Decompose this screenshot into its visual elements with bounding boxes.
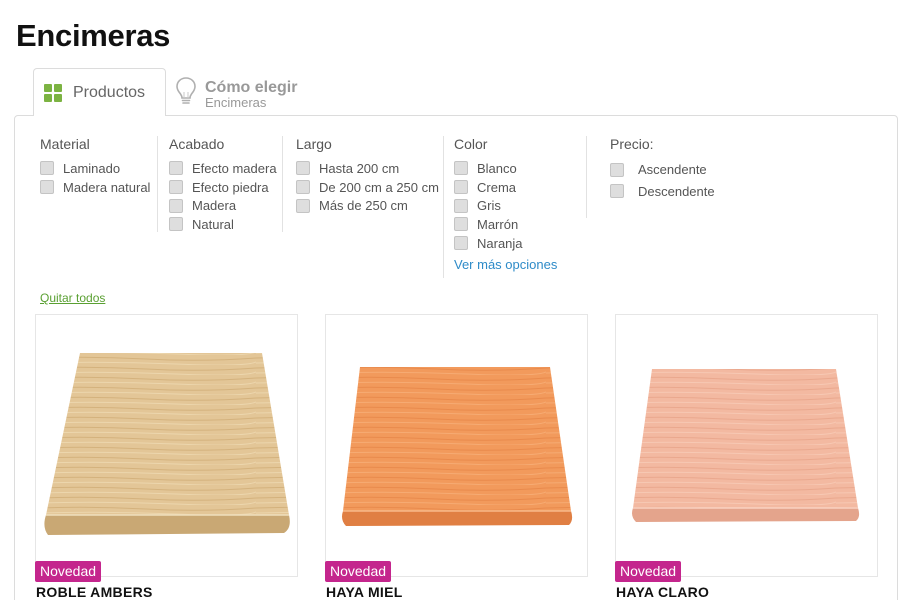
grid-icon [44, 83, 62, 102]
products-panel: Material Laminado Madera natural Acabado… [14, 115, 898, 600]
filter-option-blanco[interactable]: Blanco [454, 159, 586, 178]
option-label: Madera [192, 198, 237, 214]
option-label: Ascendente [638, 162, 707, 178]
filter-precio: Precio: Ascendente Descendente [610, 136, 750, 202]
filter-option-natural[interactable]: Natural [169, 215, 282, 234]
product-image [44, 353, 290, 535]
checkbox[interactable] [610, 184, 624, 199]
filter-option-200-250[interactable]: De 200 cm a 250 cm [296, 178, 442, 197]
option-label: Marrón [477, 216, 519, 232]
filter-option-efecto-piedra[interactable]: Efecto piedra [169, 178, 282, 197]
option-label: Naranja [477, 235, 523, 251]
filter-option-madera-natural[interactable]: Madera natural [40, 178, 157, 197]
product-name[interactable]: ROBLE AMBERS [36, 584, 153, 600]
filter-option-efecto-madera[interactable]: Efecto madera [169, 159, 282, 178]
sort-option-ascendente[interactable]: Ascendente [610, 159, 750, 181]
checkbox[interactable] [169, 217, 183, 232]
more-options-link[interactable]: Ver más opciones [454, 257, 557, 272]
filter-acabado: Acabado Efecto madera Efecto piedra Made… [169, 136, 283, 232]
filter-option-laminado[interactable]: Laminado [40, 159, 157, 178]
filter-option-mas-250[interactable]: Más de 250 cm [296, 196, 442, 215]
checkbox[interactable] [40, 180, 54, 195]
filter-material: Material Laminado Madera natural [40, 136, 158, 232]
option-label: Gris [477, 198, 501, 214]
sort-option-descendente[interactable]: Descendente [610, 181, 750, 203]
filter-title: Acabado [169, 136, 225, 152]
filter-option-hasta-200[interactable]: Hasta 200 cm [296, 159, 442, 178]
tab-bar: Productos Cómo elegir Encimeras [33, 68, 297, 116]
checkbox[interactable] [169, 180, 183, 195]
product-image [342, 367, 573, 526]
option-label: Efecto madera [192, 160, 277, 176]
checkbox[interactable] [454, 198, 468, 213]
filter-option-madera[interactable]: Madera [169, 196, 282, 215]
option-label: Efecto piedra [192, 179, 269, 195]
checkbox[interactable] [454, 180, 468, 195]
filter-title: Precio: [610, 136, 654, 152]
checkbox[interactable] [454, 217, 468, 232]
option-label: Blanco [477, 160, 517, 176]
novedad-badge: Novedad [615, 561, 682, 582]
option-label: Descendente [638, 183, 715, 199]
option-label: Hasta 200 cm [319, 160, 400, 176]
tab-products-label: Productos [73, 83, 146, 101]
tab-how-to-choose[interactable]: Cómo elegir Encimeras [166, 68, 297, 116]
product-name[interactable]: HAYA MIEL [326, 584, 403, 600]
filter-option-marron[interactable]: Marrón [454, 215, 586, 234]
checkbox[interactable] [169, 198, 183, 213]
filter-color: Color Blanco Crema Gris Marrón Naranja V… [454, 136, 587, 272]
option-label: Crema [477, 179, 517, 195]
filter-title: Material [40, 136, 90, 152]
product-card[interactable] [325, 314, 588, 577]
filter-option-gris[interactable]: Gris [454, 196, 586, 215]
filter-title: Color [454, 136, 488, 152]
checkbox[interactable] [296, 180, 310, 195]
filter-option-naranja[interactable]: Naranja [454, 234, 586, 253]
filter-largo: Largo Hasta 200 cm De 200 cm a 250 cm Má… [296, 136, 442, 215]
checkbox[interactable] [40, 161, 54, 176]
filter-title: Largo [296, 136, 332, 152]
option-label: Natural [192, 216, 234, 232]
option-label: De 200 cm a 250 cm [319, 179, 439, 195]
checkbox[interactable] [454, 161, 468, 176]
product-image [632, 369, 860, 522]
filter-option-crema[interactable]: Crema [454, 178, 586, 197]
option-label: Laminado [63, 160, 121, 176]
product-card[interactable] [35, 314, 298, 577]
product-name[interactable]: HAYA CLARO [616, 584, 709, 600]
tab-how-to-title: Cómo elegir [205, 79, 298, 96]
novedad-badge: Novedad [325, 561, 392, 582]
checkbox[interactable] [296, 161, 310, 176]
tab-how-to-subtitle: Encimeras [205, 95, 267, 110]
checkbox[interactable] [169, 161, 183, 176]
option-label: Madera natural [63, 179, 151, 195]
clear-all-link[interactable]: Quitar todos [40, 291, 105, 305]
tab-products[interactable]: Productos [33, 68, 166, 116]
filter-divider-left [432, 136, 444, 278]
option-label: Más de 250 cm [319, 198, 408, 214]
checkbox[interactable] [296, 198, 310, 213]
product-card[interactable] [615, 314, 878, 577]
page-title: Encimeras [16, 18, 171, 53]
novedad-badge: Novedad [35, 561, 102, 582]
lightbulb-icon [176, 77, 196, 104]
checkbox[interactable] [454, 236, 468, 251]
checkbox[interactable] [610, 162, 624, 177]
